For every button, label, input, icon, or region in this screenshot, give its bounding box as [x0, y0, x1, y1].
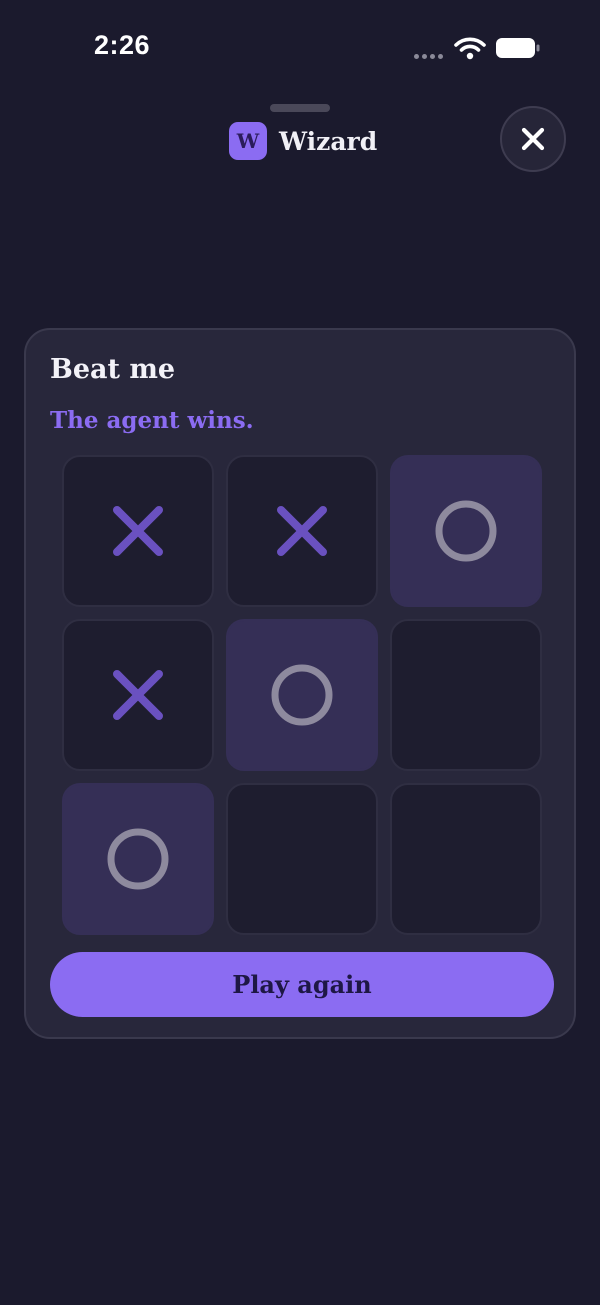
- x-mark-icon: [113, 670, 163, 720]
- o-mark-icon: [435, 500, 497, 562]
- x-mark-icon: [277, 506, 327, 556]
- play-again-button[interactable]: Play again: [50, 952, 554, 1017]
- board-cell-2-2[interactable]: [226, 619, 378, 771]
- game-status: The agent wins.: [50, 407, 254, 434]
- board-cell-1-3[interactable]: [390, 455, 542, 607]
- x-mark-icon: [113, 506, 163, 556]
- app-title: Wizard: [279, 126, 378, 156]
- board-cell-3-1[interactable]: [62, 783, 214, 935]
- app-header: W Wizard: [229, 121, 377, 161]
- status-time: 2:26: [94, 30, 151, 60]
- board-cell-3-2[interactable]: [226, 783, 378, 935]
- battery-icon: [496, 38, 540, 58]
- board-cell-1-1[interactable]: [62, 455, 214, 607]
- close-icon: [521, 127, 545, 151]
- game-title: Beat me: [50, 354, 176, 385]
- signal-dots-icon: [414, 54, 444, 60]
- board-cell-2-3[interactable]: [390, 619, 542, 771]
- status-bar: 2:26: [0, 0, 600, 96]
- board-cell-1-2[interactable]: [226, 455, 378, 607]
- game-card: Beat me The agent wins. Play again: [24, 328, 576, 1039]
- sheet-grabber[interactable]: [270, 104, 330, 112]
- wifi-icon: [454, 37, 486, 60]
- o-mark-icon: [107, 828, 169, 890]
- board-cell-3-3[interactable]: [390, 783, 542, 935]
- app-logo: W: [229, 122, 267, 160]
- o-mark-icon: [271, 664, 333, 726]
- board-cell-2-1[interactable]: [62, 619, 214, 771]
- game-board: [62, 455, 542, 935]
- close-button[interactable]: [500, 106, 566, 172]
